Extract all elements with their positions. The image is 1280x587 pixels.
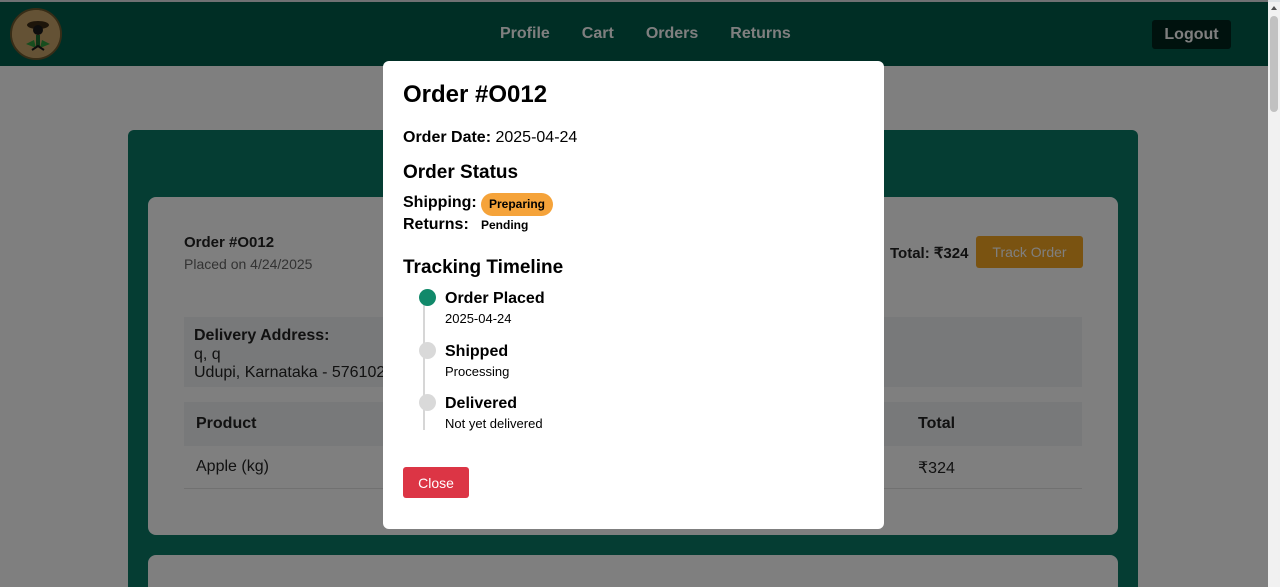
modal-order-date: Order Date: 2025-04-24 xyxy=(403,129,577,147)
shipping-status-badge: Preparing xyxy=(481,193,553,216)
returns-status-badge: Pending xyxy=(481,218,529,232)
scrollbar-thumb[interactable] xyxy=(1270,16,1278,112)
order-status-heading: Order Status xyxy=(403,162,519,183)
timeline-step-subtitle: Processing xyxy=(445,364,510,379)
shipping-label: Shipping: xyxy=(403,194,477,211)
scroll-up-arrow-icon[interactable] xyxy=(1271,6,1277,10)
order-date-value: 2025-04-24 xyxy=(495,129,578,146)
timeline-step-title: Shipped xyxy=(445,343,509,360)
tracking-timeline-heading: Tracking Timeline xyxy=(403,257,564,278)
timeline-step-title: Order Placed xyxy=(445,290,545,307)
close-modal-button[interactable]: Close xyxy=(403,467,469,498)
timeline-step-subtitle: Not yet delivered xyxy=(445,416,543,431)
timeline-step-title: Delivered xyxy=(445,395,518,412)
timeline-dot-shipped-icon xyxy=(419,342,436,359)
timeline-dot-delivered-icon xyxy=(419,394,436,411)
returns-label: Returns: xyxy=(403,216,469,233)
timeline-dot-order-placed-icon xyxy=(419,289,436,306)
timeline-step-subtitle: 2025-04-24 xyxy=(445,311,512,326)
order-date-label: Order Date: xyxy=(403,129,492,146)
modal-title: Order #O012 xyxy=(403,81,548,108)
